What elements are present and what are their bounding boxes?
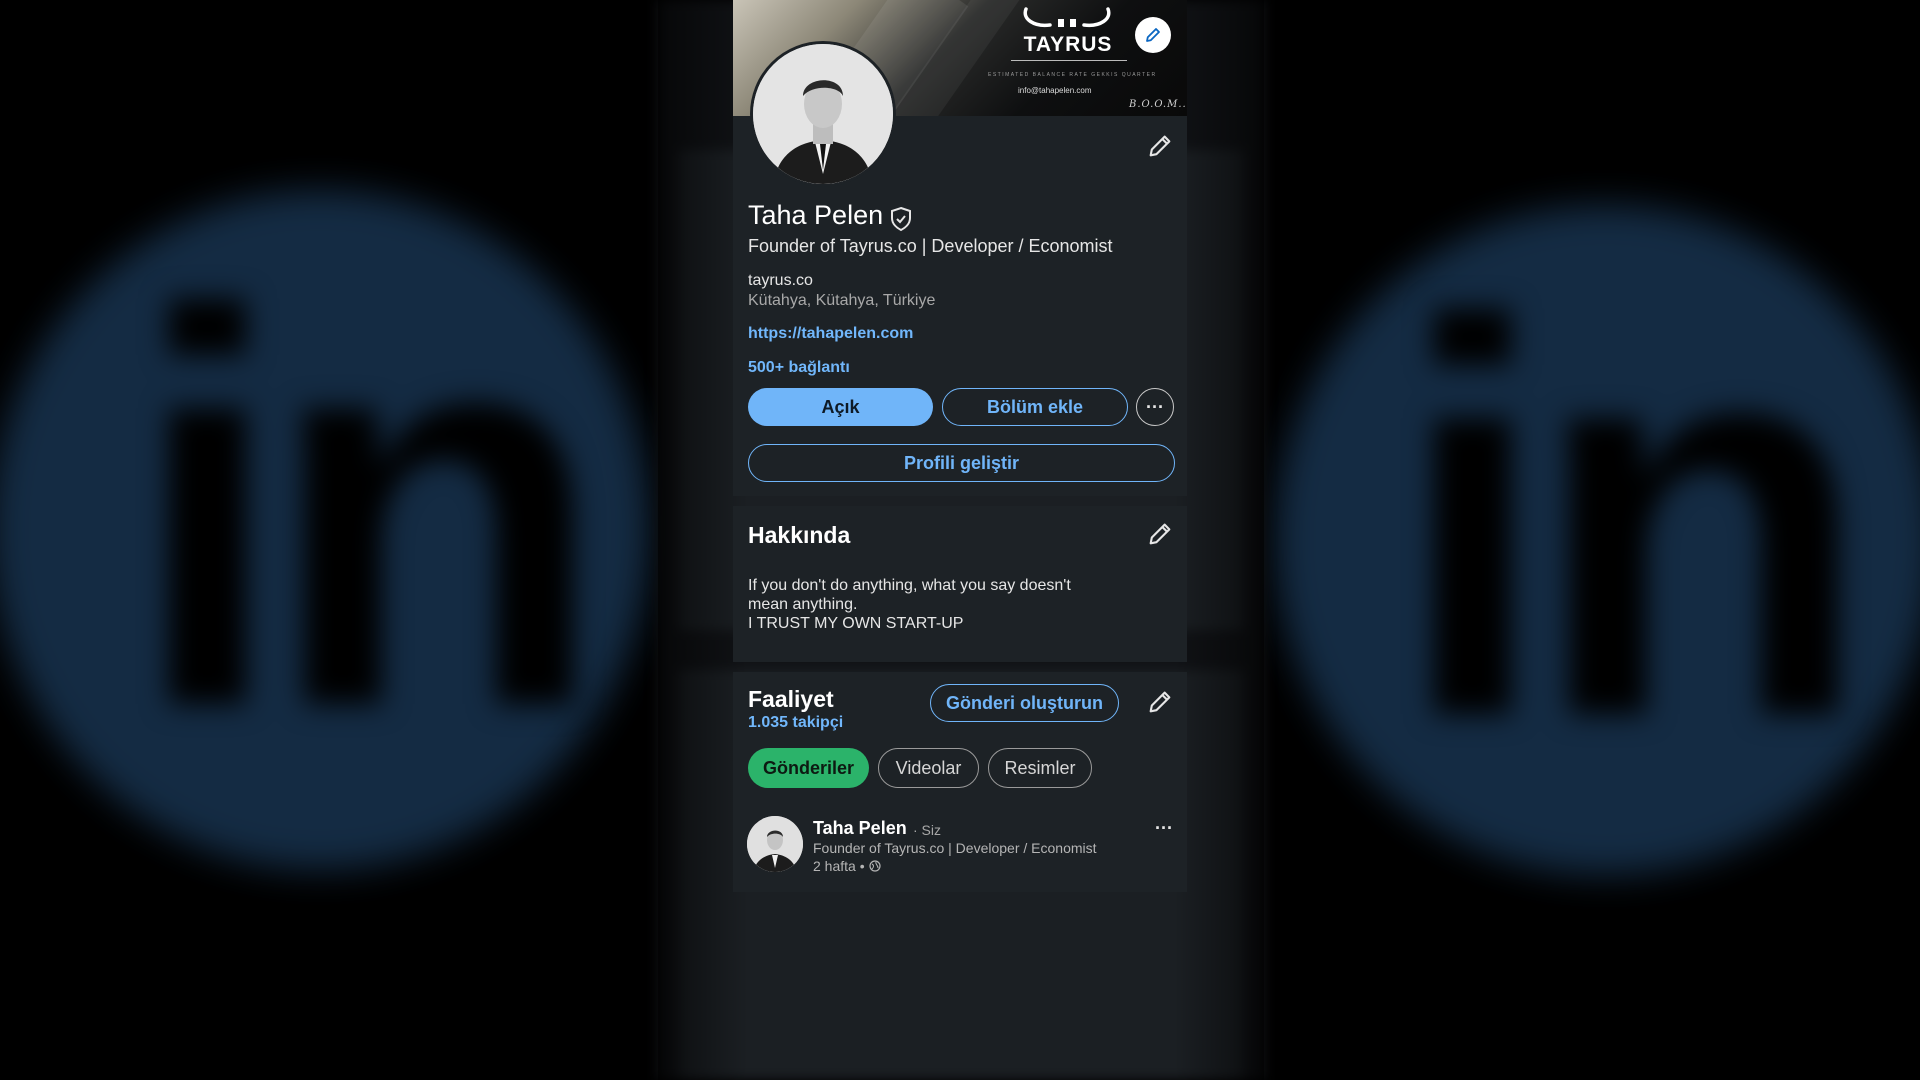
tab-posts[interactable]: Gönderiler: [748, 748, 869, 788]
avatar[interactable]: [750, 41, 896, 187]
post-author-headline: Founder of Tayrus.co | Developer / Econo…: [813, 840, 1097, 856]
profile-name: Taha Pelen: [748, 200, 884, 230]
about-text: If you don't do anything, what you say d…: [748, 576, 1108, 633]
more-options-button[interactable]: ···: [1136, 388, 1174, 426]
post-more-button[interactable]: ···: [1155, 818, 1173, 839]
about-card: Hakkında If you don't do anything, what …: [733, 506, 1187, 662]
tab-images[interactable]: Resimler: [988, 748, 1092, 788]
profile-company[interactable]: tayrus.co: [748, 272, 813, 290]
brand-signature: B.O.O.M....: [1129, 99, 1187, 110]
brand-name: TAYRUS: [1023, 33, 1113, 56]
about-line: If you don't do anything, what you say d…: [748, 577, 1071, 594]
pencil-icon: [1149, 523, 1171, 545]
followers-count[interactable]: 1.035 takipçi: [748, 714, 843, 732]
profile-website-link[interactable]: https://tahapelen.com: [748, 325, 913, 343]
about-line: I TRUST MY OWN START-UP: [748, 615, 964, 632]
post-author-photo: [747, 816, 803, 872]
pencil-icon: [1146, 28, 1160, 42]
brand-tagline: ESTIMATED BALANCE RATE GEKKIS QUARTER: [988, 72, 1157, 78]
vignette-right: [1174, 0, 1264, 1080]
globe-icon: [869, 860, 881, 872]
profile-card: Taha Pelen Founder of Tayrus.co | Develo…: [733, 41, 1187, 496]
open-to-button[interactable]: Açık: [748, 388, 933, 426]
edit-about-button[interactable]: [1146, 520, 1174, 548]
enhance-profile-button[interactable]: Profili geliştir: [748, 444, 1175, 482]
edit-intro-button[interactable]: [1146, 132, 1174, 160]
about-line: mean anything.: [748, 596, 858, 613]
verified-shield-icon[interactable]: [889, 206, 913, 232]
background-linkedin-glyph-right: in: [1395, 207, 1873, 833]
edit-cover-button[interactable]: [1135, 17, 1171, 53]
edit-activity-button[interactable]: [1146, 688, 1174, 716]
background-linkedin-glyph-left: in: [130, 197, 608, 823]
brand-email: info@tahapelen.com: [1018, 86, 1092, 95]
activity-card: Faaliyet 1.035 takipçi Gönderi oluşturun…: [733, 672, 1187, 892]
pencil-icon: [1149, 135, 1171, 157]
brand-divider: [1011, 60, 1127, 61]
post-author-avatar[interactable]: [747, 816, 803, 872]
profile-photo: [753, 44, 893, 184]
activity-title: Faaliyet: [748, 686, 834, 712]
post-time-text: 2 hafta •: [813, 858, 865, 874]
tab-videos[interactable]: Videolar: [878, 748, 979, 788]
profile-screen: TAYRUS ESTIMATED BALANCE RATE GEKKIS QUA…: [733, 0, 1187, 892]
bull-horns-icon: [1023, 7, 1111, 28]
about-title: Hakkında: [748, 522, 851, 548]
create-post-button[interactable]: Gönderi oluşturun: [930, 684, 1119, 722]
profile-headline: Founder of Tayrus.co | Developer / Econo…: [748, 236, 1113, 256]
pencil-icon: [1149, 691, 1171, 713]
profile-location: Kütahya, Kütahya, Türkiye: [748, 292, 936, 309]
post-author-name[interactable]: Taha Pelen: [813, 818, 907, 839]
connections-link[interactable]: 500+ bağlantı: [748, 359, 850, 377]
post-timestamp: 2 hafta •: [813, 858, 881, 874]
add-section-button[interactable]: Bölüm ekle: [942, 388, 1128, 426]
post-you-badge: · Siz: [913, 822, 941, 838]
